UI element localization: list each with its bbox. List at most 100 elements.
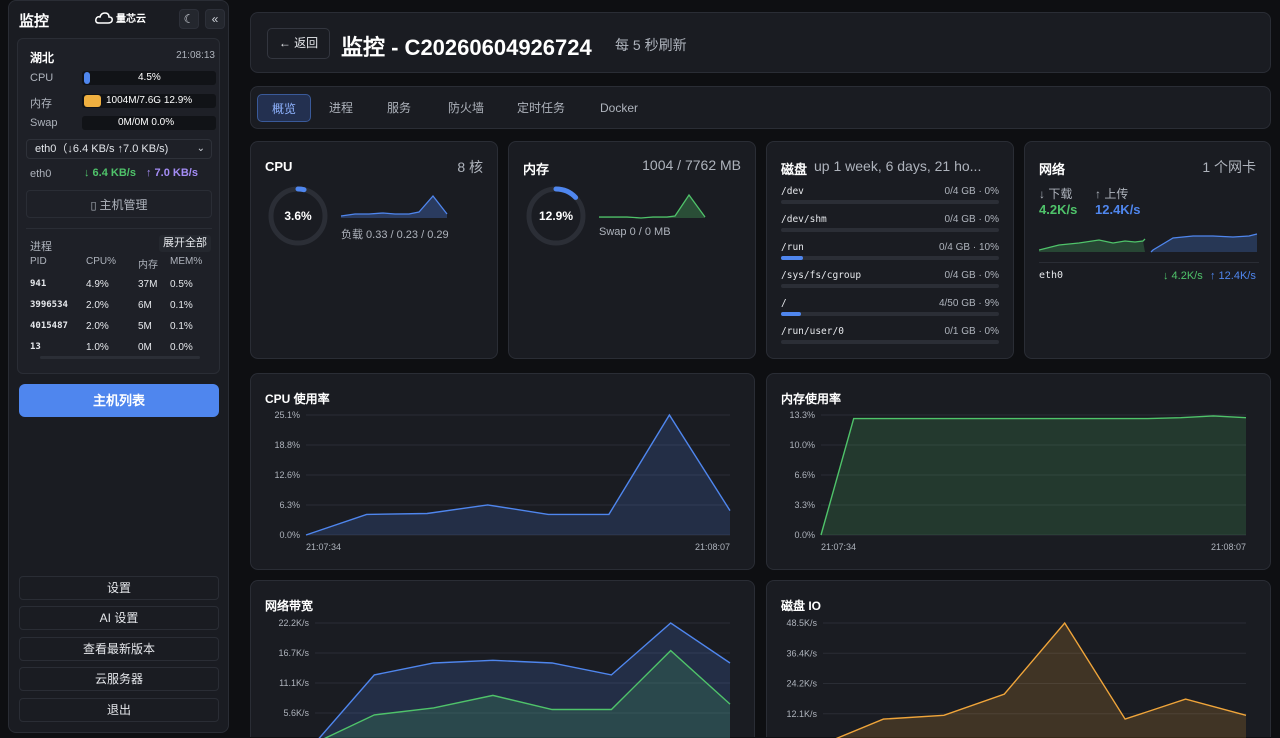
process-memp: 0.1% bbox=[170, 321, 193, 332]
process-pid: 4015487 bbox=[30, 321, 68, 331]
disk-usage: 0/4 GB · 0% bbox=[945, 186, 999, 197]
brand-logo-text: 量芯云 bbox=[116, 10, 146, 25]
disk-row: / 4/50 GB · 9% bbox=[781, 298, 999, 326]
y-tick-label: 12.6% bbox=[274, 470, 300, 480]
iface-down: ↓ 4.2K/s bbox=[1163, 270, 1203, 282]
host-time: 21:08:13 bbox=[176, 50, 215, 61]
disk-row: /dev/shm0/4 GB · 0% bbox=[781, 214, 999, 242]
ai-settings-button[interactable]: AI 设置 bbox=[19, 606, 219, 630]
disk-usage-track bbox=[781, 228, 999, 232]
nic-count: 1 个网卡 bbox=[1202, 157, 1256, 177]
tab-docker[interactable]: Docker bbox=[591, 94, 647, 122]
process-pid: 13 bbox=[30, 342, 41, 352]
host-manage-label: 主机管理 bbox=[100, 198, 148, 212]
disk-mount: /sys/fs/cgroup bbox=[781, 270, 861, 281]
collapse-sidebar-button[interactable]: « bbox=[205, 9, 225, 29]
process-cpu: 2.0% bbox=[86, 300, 109, 311]
swap-label: Swap bbox=[30, 117, 58, 129]
col-pid: PID bbox=[30, 256, 47, 267]
process-mem: 5M bbox=[138, 321, 152, 332]
upload-value: 12.4K/s bbox=[1095, 202, 1141, 217]
network-select-value: eth0（↓6.4 KB/s ↑7.0 KB/s) bbox=[35, 143, 168, 155]
process-scrollbar[interactable] bbox=[40, 356, 200, 359]
disk-mount: / bbox=[781, 298, 787, 309]
process-cpu: 2.0% bbox=[86, 321, 109, 332]
memory-panel: 内存 1004 / 7762 MB 12.9% Swap 0 / 0 MB bbox=[508, 141, 756, 359]
x-tick-label: 21:08:07 bbox=[695, 542, 730, 552]
disk-usage-track bbox=[781, 256, 999, 260]
page-header: ← 返回 监控 - C20260604926724 每 5 秒刷新 bbox=[250, 12, 1271, 73]
swap-value: 0M/0M 0.0% bbox=[118, 116, 174, 130]
tab-overview[interactable]: 概览 bbox=[257, 94, 311, 122]
iface-up: ↑ 12.4K/s bbox=[1210, 270, 1256, 282]
host-manage-button[interactable]: ▯ 主机管理 bbox=[26, 190, 212, 218]
x-tick-label: 21:07:34 bbox=[821, 542, 856, 552]
y-tick-label: 5.6K/s bbox=[283, 708, 309, 718]
logout-button[interactable]: 退出 bbox=[19, 698, 219, 722]
network-bandwidth-chart: 22.2K/s16.7K/s11.1K/s5.6K/s bbox=[251, 581, 756, 738]
memory-usage-chart: 13.3%10.0%6.6%3.3%0.0%21:07:3421:08:07 bbox=[767, 374, 1272, 571]
y-tick-label: 10.0% bbox=[789, 440, 815, 450]
process-pid: 3996534 bbox=[30, 300, 68, 310]
memory-sparkline bbox=[597, 192, 707, 220]
disk-mount: /run bbox=[781, 242, 804, 253]
process-mem: 6M bbox=[138, 300, 152, 311]
disk-usage-fill bbox=[781, 312, 801, 316]
process-table-header: PID CPU% 内存 MEM% bbox=[26, 256, 204, 276]
process-row[interactable]: 4015487 2.0% 5M 0.1% bbox=[26, 318, 204, 338]
tab-firewall[interactable]: 防火墙 bbox=[441, 94, 491, 122]
disk-mount: /dev bbox=[781, 186, 804, 197]
mem-bar-fill bbox=[84, 95, 101, 107]
net-up-value: ↑ 7.0 KB/s bbox=[146, 167, 198, 179]
y-tick-label: 48.5K/s bbox=[786, 618, 817, 628]
download-label: ↓ 下载 bbox=[1039, 185, 1072, 202]
cpu-gauge-value: 3.6% bbox=[267, 209, 329, 223]
y-tick-label: 16.7K/s bbox=[278, 648, 309, 658]
cloud-icon bbox=[95, 12, 113, 24]
mem-label: 内存 bbox=[30, 95, 52, 111]
tab-services[interactable]: 服务 bbox=[379, 94, 419, 122]
host-region: 湖北 bbox=[30, 49, 54, 66]
process-row[interactable]: 9414.9%37M0.5% bbox=[26, 276, 204, 296]
network-bandwidth-chart-panel: 网络带宽 22.2K/s16.7K/s11.1K/s5.6K/s bbox=[250, 580, 755, 737]
disk-usage-track bbox=[781, 340, 999, 344]
tab-cron[interactable]: 定时任务 bbox=[511, 94, 571, 122]
check-update-button[interactable]: 查看最新版本 bbox=[19, 637, 219, 661]
series-area bbox=[823, 623, 1246, 738]
disk-usage: 0/1 GB · 0% bbox=[945, 326, 999, 337]
y-tick-label: 12.1K/s bbox=[786, 709, 817, 719]
cpu-label: CPU bbox=[30, 72, 53, 84]
col-memp: MEM% bbox=[170, 256, 202, 267]
y-tick-label: 13.3% bbox=[789, 410, 815, 420]
process-cpu: 4.9% bbox=[86, 279, 109, 290]
network-sparklines bbox=[1039, 230, 1259, 254]
disk-usage-track bbox=[781, 312, 999, 316]
uptime: up 1 week, 6 days, 21 ho... bbox=[814, 158, 981, 174]
cpu-panel-title: CPU bbox=[265, 159, 292, 174]
x-tick-label: 21:07:34 bbox=[306, 542, 341, 552]
process-row[interactable]: 39965342.0%6M0.1% bbox=[26, 297, 204, 317]
theme-toggle-button[interactable]: ☾ bbox=[179, 9, 199, 29]
process-title: 进程 bbox=[30, 238, 52, 254]
cloud-server-button[interactable]: 云服务器 bbox=[19, 667, 219, 691]
tab-processes[interactable]: 进程 bbox=[321, 94, 361, 122]
settings-button[interactable]: 设置 bbox=[19, 576, 219, 600]
y-tick-label: 24.2K/s bbox=[786, 679, 817, 689]
cpu-panel: CPU 8 核 3.6% 负载 0.33 / 0.23 / 0.29 bbox=[250, 141, 498, 359]
swap-detail: Swap 0 / 0 MB bbox=[599, 226, 671, 238]
process-cpu: 1.0% bbox=[86, 342, 109, 353]
disk-io-chart-panel: 磁盘 IO 48.5K/s36.4K/s24.2K/s12.1K/s bbox=[766, 580, 1271, 737]
brand-logo: 量芯云 bbox=[95, 10, 146, 25]
back-button[interactable]: ← 返回 bbox=[267, 28, 330, 59]
memory-gauge-value: 12.9% bbox=[525, 209, 587, 223]
network-interface-select[interactable]: eth0（↓6.4 KB/s ↑7.0 KB/s) ⌄ bbox=[26, 139, 212, 159]
divider bbox=[1039, 262, 1259, 263]
process-mem: 37M bbox=[138, 279, 157, 290]
expand-all-button[interactable]: 展开全部 bbox=[159, 235, 211, 252]
process-mem: 0M bbox=[138, 342, 152, 353]
disk-panel: 磁盘 up 1 week, 6 days, 21 ho... /dev0/4 G… bbox=[766, 141, 1014, 359]
disk-usage: 4/50 GB · 9% bbox=[939, 298, 999, 309]
mem-bar: 1004M/7.6G 12.9% bbox=[82, 94, 216, 108]
host-list-button[interactable]: 主机列表 bbox=[19, 384, 219, 417]
memory-detail: 1004 / 7762 MB bbox=[642, 157, 741, 173]
